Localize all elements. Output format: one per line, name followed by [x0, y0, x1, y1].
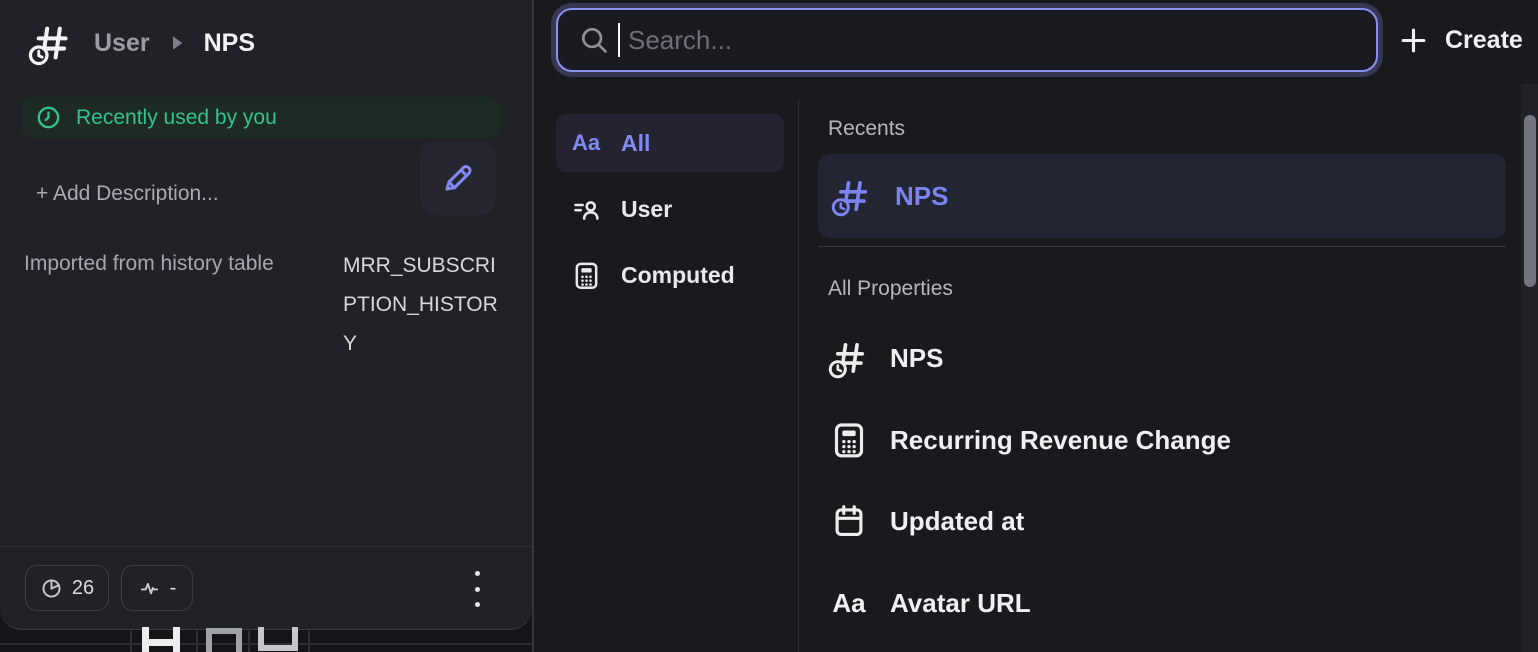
activity-pulse-icon — [138, 577, 161, 600]
trend-value: - — [170, 577, 177, 600]
footer-divider — [0, 546, 532, 547]
kebab-dot — [475, 602, 480, 607]
property-detail-panel: User NPS Recently used by you + Add Desc… — [0, 0, 532, 630]
calendar-icon — [828, 502, 870, 540]
search-input[interactable] — [628, 25, 1376, 56]
search-bar — [556, 8, 1378, 72]
text-cursor — [618, 23, 620, 57]
count-value: 26 — [72, 577, 94, 600]
clock-icon — [35, 104, 62, 131]
add-description-button[interactable]: + Add Description... — [36, 182, 219, 206]
filter-list: Aa All User — [556, 114, 784, 304]
background-table-grid — [196, 631, 198, 652]
number-clock-icon — [828, 337, 870, 379]
breadcrumb-parent[interactable]: User — [94, 29, 150, 58]
pie-chart-icon — [40, 577, 63, 600]
property-item-label: Updated at — [890, 506, 1024, 537]
pencil-icon — [439, 159, 477, 197]
scrollbar-thumb[interactable] — [1524, 115, 1536, 287]
all-properties-header: All Properties — [828, 277, 953, 301]
recent-item-nps[interactable]: NPS — [818, 154, 1506, 238]
kebab-menu-button[interactable] — [465, 571, 489, 607]
panel-divider — [532, 0, 534, 652]
background-table-grid — [308, 631, 310, 652]
property-item-updated-at[interactable]: Updated at — [828, 497, 1506, 545]
number-clock-icon — [28, 20, 74, 66]
create-label: Create — [1445, 26, 1523, 55]
app-root: User NPS Recently used by you + Add Desc… — [0, 0, 1538, 652]
property-header: User NPS — [28, 20, 255, 66]
filter-label: All — [621, 130, 650, 157]
recents-header: Recents — [828, 117, 905, 141]
section-divider — [818, 246, 1506, 247]
property-item-nps[interactable]: NPS — [828, 334, 1506, 382]
kebab-dot — [475, 587, 480, 592]
imported-table-name: MRR_SUBSCRIPTION_HISTORY — [343, 246, 501, 363]
recently-used-label: Recently used by you — [76, 106, 277, 130]
trend-pill-button[interactable]: - — [121, 565, 193, 611]
count-pill-button[interactable]: 26 — [25, 565, 109, 611]
filter-label: Computed — [621, 262, 735, 289]
property-item-label: Avatar URL — [890, 588, 1031, 619]
edit-description-button[interactable] — [420, 141, 496, 215]
plus-icon — [1398, 25, 1429, 56]
background-glyph — [142, 627, 180, 652]
Aa-glyph: Aa — [570, 130, 602, 156]
calculator-icon — [570, 260, 602, 291]
filter-label: User — [621, 196, 672, 223]
search-icon — [578, 24, 610, 56]
filter-item-all[interactable]: Aa All — [556, 114, 784, 172]
imported-from-label: Imported from history table — [24, 252, 274, 276]
user-list-icon — [570, 194, 602, 225]
property-item-avatar-url[interactable]: Aa Avatar URL — [828, 579, 1506, 627]
recent-item-label: NPS — [895, 181, 948, 212]
search-modal-panel — [534, 0, 1538, 652]
filter-item-user[interactable]: User — [556, 180, 784, 238]
background-glyph — [258, 627, 298, 651]
breadcrumb-current[interactable]: NPS — [204, 29, 255, 58]
results-divider — [798, 100, 799, 652]
kebab-dot — [475, 571, 480, 576]
create-button[interactable]: Create — [1398, 14, 1523, 66]
property-item-recurring-revenue-change[interactable]: Recurring Revenue Change — [828, 416, 1506, 464]
property-item-label: NPS — [890, 343, 943, 374]
property-item-label: Recurring Revenue Change — [890, 425, 1231, 456]
breadcrumb-chevron-icon — [170, 35, 184, 51]
background-table-grid — [248, 631, 250, 652]
background-glyph — [206, 628, 242, 652]
number-clock-icon — [831, 175, 873, 217]
Aa-glyph: Aa — [828, 588, 870, 619]
recently-used-badge: Recently used by you — [22, 97, 500, 138]
filter-item-computed[interactable]: Computed — [556, 246, 784, 304]
background-table-grid — [130, 631, 132, 652]
calculator-icon — [828, 420, 870, 460]
